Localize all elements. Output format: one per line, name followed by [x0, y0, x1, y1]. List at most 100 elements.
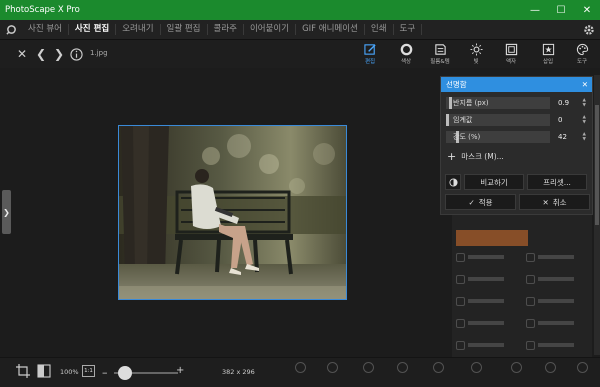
slider-handle[interactable]	[449, 97, 453, 109]
panel-tool-entry[interactable]	[456, 272, 518, 286]
tool-frame[interactable]: 액자	[495, 40, 527, 68]
previous-image-icon[interactable]: ❮	[33, 46, 49, 62]
split-view-icon[interactable]	[445, 174, 461, 190]
close-editor-icon[interactable]: ✕	[14, 46, 30, 62]
tool-edit[interactable]: 편집	[354, 40, 386, 68]
slider-handle[interactable]	[446, 114, 449, 126]
bottom-tool-button[interactable]	[536, 360, 564, 386]
panel-tool-entry[interactable]	[526, 294, 588, 308]
dialog-close-icon[interactable]: ✕	[582, 80, 588, 89]
app-logo-icon[interactable]	[0, 20, 22, 40]
spinner-arrows-icon[interactable]: ▲ ▼	[583, 115, 586, 125]
apply-cancel-row: ✓ 적용 ✕ 취소	[445, 194, 590, 210]
bottom-tool-button[interactable]	[354, 360, 382, 386]
bottom-tool-button[interactable]	[568, 360, 596, 386]
cancel-button[interactable]: ✕ 취소	[519, 194, 590, 210]
zoom-in-icon[interactable]: +	[176, 365, 184, 376]
panel-tool-entry[interactable]	[456, 316, 518, 330]
menu-batch-edit[interactable]: 일괄 편집	[161, 24, 208, 35]
close-icon: ✕	[542, 197, 549, 207]
tool-tools[interactable]: 도구	[566, 40, 598, 68]
menu-cut-out[interactable]: 오려내기	[116, 24, 161, 35]
menu-photo-edit[interactable]: 사진 편집	[69, 24, 117, 35]
tool-insert[interactable]: 삽입	[532, 40, 564, 68]
threshold-slider[interactable]: 임계값	[446, 114, 550, 126]
star-icon	[541, 42, 555, 56]
tool-light[interactable]: 빛	[460, 40, 492, 68]
photoscape-window: PhotoScape X Pro — ☐ ✕ 사진 뷰어 사진 편집 오려내기 …	[0, 0, 600, 387]
expand-left-panel-button[interactable]: ❯	[2, 190, 11, 234]
tool-color[interactable]: 색상	[390, 40, 422, 68]
dialog-header: 선명함 ✕	[441, 77, 592, 92]
bottom-status-bar: 100% 1:1 – + 382 x 296	[0, 357, 600, 387]
panel-tool-entry[interactable]	[526, 338, 588, 352]
scrollbar-thumb[interactable]	[595, 105, 599, 225]
threshold-spinner[interactable]: 0 ▲ ▼	[554, 114, 588, 126]
bottom-tool-button[interactable]	[424, 360, 452, 386]
bottom-tool-button[interactable]	[388, 360, 416, 386]
minimize-button[interactable]: —	[522, 0, 548, 20]
editor-toolbar: ✕ ❮ ❯ 1.jpg 편집 색상 필름&템 빛 액자 삽입 도구	[0, 40, 600, 68]
zoom-out-icon[interactable]: –	[102, 366, 108, 379]
apply-button[interactable]: ✓ 적용	[445, 194, 516, 210]
threshold-row: 임계값 0 ▲ ▼	[446, 114, 589, 126]
preset-button[interactable]: 프리셋...	[527, 174, 587, 190]
panel-tool-entry[interactable]	[526, 272, 588, 286]
tool-film[interactable]: 필름&템	[424, 40, 456, 68]
sharpen-dialog: 선명함 ✕ 반지름 (px) 0.9 ▲ ▼ 임계값 0 ▲ ▼ 강도 (%) …	[440, 76, 593, 215]
menu-photo-viewer[interactable]: 사진 뷰어	[22, 24, 69, 35]
strength-spinner[interactable]: 42 ▲ ▼	[554, 131, 588, 143]
film-icon	[433, 42, 447, 56]
panel-tool-entry[interactable]	[456, 294, 518, 308]
menu-tools[interactable]: 도구	[394, 24, 423, 35]
strength-row: 강도 (%) 42 ▲ ▼	[446, 131, 589, 143]
check-icon: ✓	[468, 197, 475, 207]
info-icon[interactable]	[68, 46, 84, 62]
park-bench-photo	[119, 126, 346, 299]
palette-icon	[575, 42, 589, 56]
compare-button[interactable]: 비교하기	[464, 174, 524, 190]
panel-tool-entry[interactable]	[456, 250, 518, 264]
frame-icon	[504, 42, 518, 56]
panel-scrollbar[interactable]	[594, 75, 600, 355]
file-name: 1.jpg	[90, 49, 108, 57]
edited-photo[interactable]	[118, 125, 347, 300]
compare-preset-row: 비교하기 프리셋...	[445, 174, 590, 190]
edit-icon	[363, 42, 377, 56]
maximize-button[interactable]: ☐	[548, 0, 574, 20]
crop-icon[interactable]	[16, 364, 30, 378]
menu-collage[interactable]: 콜라주	[208, 24, 244, 35]
title-bar: PhotoScape X Pro — ☐ ✕	[0, 0, 600, 20]
compare-view-icon[interactable]	[37, 364, 51, 378]
close-window-button[interactable]: ✕	[574, 0, 600, 20]
spinner-arrows-icon[interactable]: ▲ ▼	[583, 98, 586, 108]
strength-slider[interactable]: 강도 (%)	[446, 131, 550, 143]
zoom-slider-handle[interactable]	[118, 366, 132, 380]
next-image-icon[interactable]: ❯	[51, 46, 67, 62]
radius-spinner[interactable]: 0.9 ▲ ▼	[554, 97, 588, 109]
plus-icon: +	[447, 150, 457, 163]
panel-tool-entry[interactable]	[456, 338, 518, 352]
main-menu-bar: 사진 뷰어 사진 편집 오려내기 일괄 편집 콜라주 이어붙이기 GIF 애니메…	[0, 20, 600, 40]
bottom-tool-button[interactable]	[462, 360, 490, 386]
zoom-level[interactable]: 100%	[60, 368, 79, 376]
panel-tool-entry[interactable]	[526, 250, 588, 264]
highlighted-tool-entry[interactable]	[456, 230, 528, 246]
sun-icon	[469, 42, 483, 56]
settings-gear-icon[interactable]	[578, 24, 600, 36]
bottom-tool-button[interactable]	[502, 360, 530, 386]
window-title: PhotoScape X Pro	[5, 5, 80, 15]
menu-combine[interactable]: 이어붙이기	[244, 24, 297, 35]
circle-icon	[399, 42, 413, 56]
bottom-tool-button[interactable]	[318, 360, 346, 386]
panel-tool-entry[interactable]	[526, 316, 588, 330]
menu-gif-animation[interactable]: GIF 애니메이션	[296, 24, 365, 35]
bottom-tool-button[interactable]	[286, 360, 314, 386]
mask-button[interactable]: + 마스크 (M)...	[447, 150, 504, 163]
dialog-title: 선명함	[446, 80, 467, 89]
actual-size-button[interactable]: 1:1	[82, 365, 95, 377]
menu-print[interactable]: 인쇄	[365, 24, 394, 35]
radius-slider[interactable]: 반지름 (px)	[446, 97, 550, 109]
spinner-arrows-icon[interactable]: ▲ ▼	[583, 132, 586, 142]
right-tool-panel	[452, 210, 592, 357]
